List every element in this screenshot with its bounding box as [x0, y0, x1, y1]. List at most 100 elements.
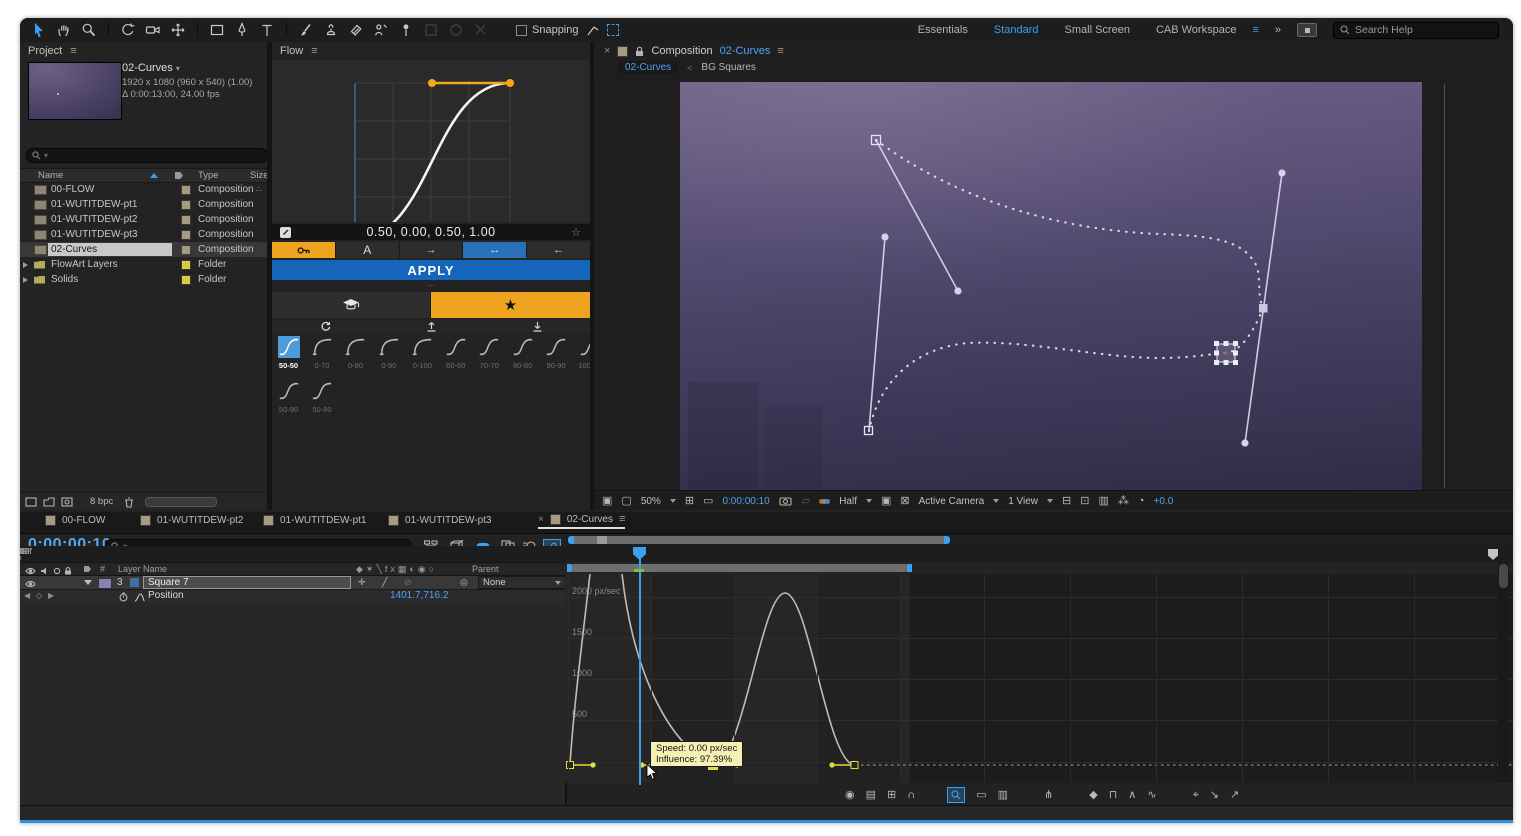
- close-tab-icon[interactable]: ×: [538, 514, 544, 525]
- flow-preset[interactable]: 80-80: [508, 336, 537, 370]
- label-color-chip[interactable]: [181, 245, 191, 255]
- flow-preset[interactable]: 90-90: [542, 336, 571, 370]
- pan-behind-tool-icon[interactable]: [169, 21, 187, 39]
- breadcrumb-parent-comp[interactable]: BG Squares: [701, 62, 755, 73]
- presets-library-button[interactable]: ★: [431, 292, 590, 318]
- preview-time-display[interactable]: 0:00:00:10: [722, 496, 769, 507]
- separate-dimensions-icon[interactable]: ⋔: [1044, 790, 1053, 801]
- label-color-chip[interactable]: [181, 185, 191, 195]
- clone-stamp-tool-icon[interactable]: [322, 21, 340, 39]
- timeline-scrollbar-thumb[interactable]: [1499, 564, 1508, 588]
- property-name[interactable]: Position: [148, 590, 184, 601]
- show-snapshot-icon[interactable]: ▱: [802, 496, 810, 507]
- flow-preset[interactable]: 50-90: [274, 380, 303, 414]
- parent-dropdown[interactable]: None: [478, 576, 566, 589]
- auto-zoom-icon[interactable]: [947, 787, 965, 803]
- label-color-chip[interactable]: [181, 200, 191, 210]
- easy-ease-icon[interactable]: ⌖: [1193, 790, 1199, 801]
- comp-marker-bin-icon[interactable]: [1488, 549, 1498, 560]
- rotate-tool-icon[interactable]: [119, 21, 137, 39]
- timeline-tab[interactable]: 01-WUTITDEW-pt3: [388, 515, 492, 526]
- flow-preset[interactable]: 0-100: [408, 336, 437, 370]
- magnification-dropdown[interactable]: 50%: [641, 496, 661, 507]
- project-item[interactable]: 01-WUTITDEW-pt2 Composition: [20, 212, 267, 227]
- keyframe-nav-previous-icon[interactable]: ◀: [24, 591, 30, 600]
- convert-bezier-icon[interactable]: ∿: [1147, 790, 1156, 801]
- resolution-dropdown[interactable]: Half: [839, 496, 857, 507]
- ease-out-direction-button[interactable]: →: [400, 242, 464, 258]
- show-channels-icon[interactable]: [819, 499, 830, 504]
- tutorial-button[interactable]: [272, 292, 431, 318]
- snapshot-icon[interactable]: [779, 495, 793, 507]
- search-help-input[interactable]: Search Help: [1333, 22, 1499, 39]
- download-preset-button[interactable]: [484, 320, 590, 333]
- project-panel-menu-icon[interactable]: ≡: [70, 45, 76, 57]
- keyframes-mode-button[interactable]: [272, 242, 336, 258]
- project-item[interactable]: 00-FLOW Composition ∴: [20, 182, 267, 197]
- edit-keyframes-icon[interactable]: ◆: [1089, 790, 1097, 801]
- flow-preset[interactable]: 0-90: [374, 336, 403, 370]
- apply-button[interactable]: APPLY: [272, 260, 590, 280]
- pen-tool-icon[interactable]: [233, 21, 251, 39]
- label-color-chip[interactable]: [181, 230, 191, 240]
- ease-in-icon[interactable]: ↘: [1210, 790, 1219, 801]
- always-preview-icon[interactable]: ▣: [602, 496, 612, 507]
- fit-all-graphs-icon[interactable]: ▥: [998, 790, 1008, 801]
- primary-viewer-icon[interactable]: ▢: [621, 496, 631, 507]
- flow-preset[interactable]: 50-50: [274, 336, 303, 370]
- parent-pickwhip-icon[interactable]: ◎: [460, 577, 468, 588]
- effects-switch-icon[interactable]: ⊘: [404, 577, 412, 588]
- workspace-tab[interactable]: Essentials: [918, 24, 968, 36]
- keyframe-nav-current-icon[interactable]: ◇: [36, 591, 42, 600]
- playhead-line[interactable]: [639, 559, 641, 785]
- ease-both-direction-button[interactable]: ↔: [463, 242, 527, 258]
- transparency-grid-icon[interactable]: ⊠: [900, 496, 909, 507]
- workspace-overflow-icon[interactable]: »: [1275, 25, 1281, 36]
- refresh-presets-button[interactable]: [272, 320, 378, 333]
- quality-switch-icon[interactable]: ╱: [382, 577, 387, 588]
- layer-twirl-icon[interactable]: [84, 580, 92, 585]
- flowchart-button-icon[interactable]: ⁂: [1118, 496, 1129, 507]
- timeline-panel-menu-icon[interactable]: ≡: [619, 513, 625, 525]
- hand-tool-icon[interactable]: [55, 21, 73, 39]
- flow-panel-menu-icon[interactable]: ≡: [311, 45, 317, 57]
- workspace-tab[interactable]: CAB Workspace: [1156, 24, 1237, 36]
- label-color-chip[interactable]: [181, 275, 191, 285]
- new-composition-icon[interactable]: [60, 496, 74, 508]
- rectangle-tool-icon[interactable]: [208, 21, 226, 39]
- project-columns-header[interactable]: Name Type Size: [20, 168, 267, 183]
- convert-hold-icon[interactable]: ⊓: [1109, 790, 1118, 801]
- workspace-menu-icon[interactable]: ≡: [1252, 24, 1258, 36]
- breadcrumb-active-comp[interactable]: 02-Curves: [618, 61, 678, 74]
- graph-type-icon[interactable]: ▤: [866, 790, 876, 801]
- expression-mode-button[interactable]: A: [336, 242, 400, 258]
- workspace-switcher-icon[interactable]: [1297, 23, 1317, 37]
- workspace-tab[interactable]: Standard: [994, 24, 1039, 36]
- project-item[interactable]: Solids Folder: [20, 272, 267, 287]
- work-area-end-handle[interactable]: [907, 564, 912, 572]
- twirl-icon[interactable]: [23, 277, 28, 283]
- favorite-star-icon[interactable]: ☆: [571, 226, 581, 239]
- snapping-checkbox[interactable]: [516, 25, 527, 36]
- timeline-button-icon[interactable]: ▥: [1098, 496, 1108, 507]
- project-bpc-label[interactable]: 8 bpc: [90, 496, 113, 507]
- layer-visibility-eye-icon[interactable]: [23, 578, 37, 590]
- panel-divider-handle[interactable]: ⋯: [272, 282, 590, 290]
- close-tab-icon[interactable]: ×: [604, 45, 610, 57]
- project-search-input[interactable]: ▾: [26, 148, 267, 163]
- share-view-icon[interactable]: ⊟: [1062, 496, 1071, 507]
- comp-tab-name[interactable]: 02-Curves: [720, 45, 771, 57]
- edit-values-icon[interactable]: [280, 227, 291, 238]
- keyframe-nav-next-icon[interactable]: ▶: [48, 591, 54, 600]
- snap-angle-icon[interactable]: [584, 21, 602, 39]
- fast-previews-icon[interactable]: ▣: [881, 496, 891, 507]
- property-value[interactable]: 1401.7,716.2: [390, 590, 448, 601]
- convert-linear-icon[interactable]: ∧: [1128, 790, 1136, 801]
- timeline-tab[interactable]: 01-WUTITDEW-pt2: [140, 515, 244, 526]
- camera-tool-icon[interactable]: [144, 21, 162, 39]
- brush-tool-icon[interactable]: [297, 21, 315, 39]
- timeline-tab[interactable]: 01-WUTITDEW-pt1: [263, 515, 367, 526]
- motion-path-overlay[interactable]: [680, 82, 1422, 490]
- anchor-switch-icon[interactable]: ✛: [358, 577, 366, 588]
- region-of-interest-icon[interactable]: ▭: [703, 496, 713, 507]
